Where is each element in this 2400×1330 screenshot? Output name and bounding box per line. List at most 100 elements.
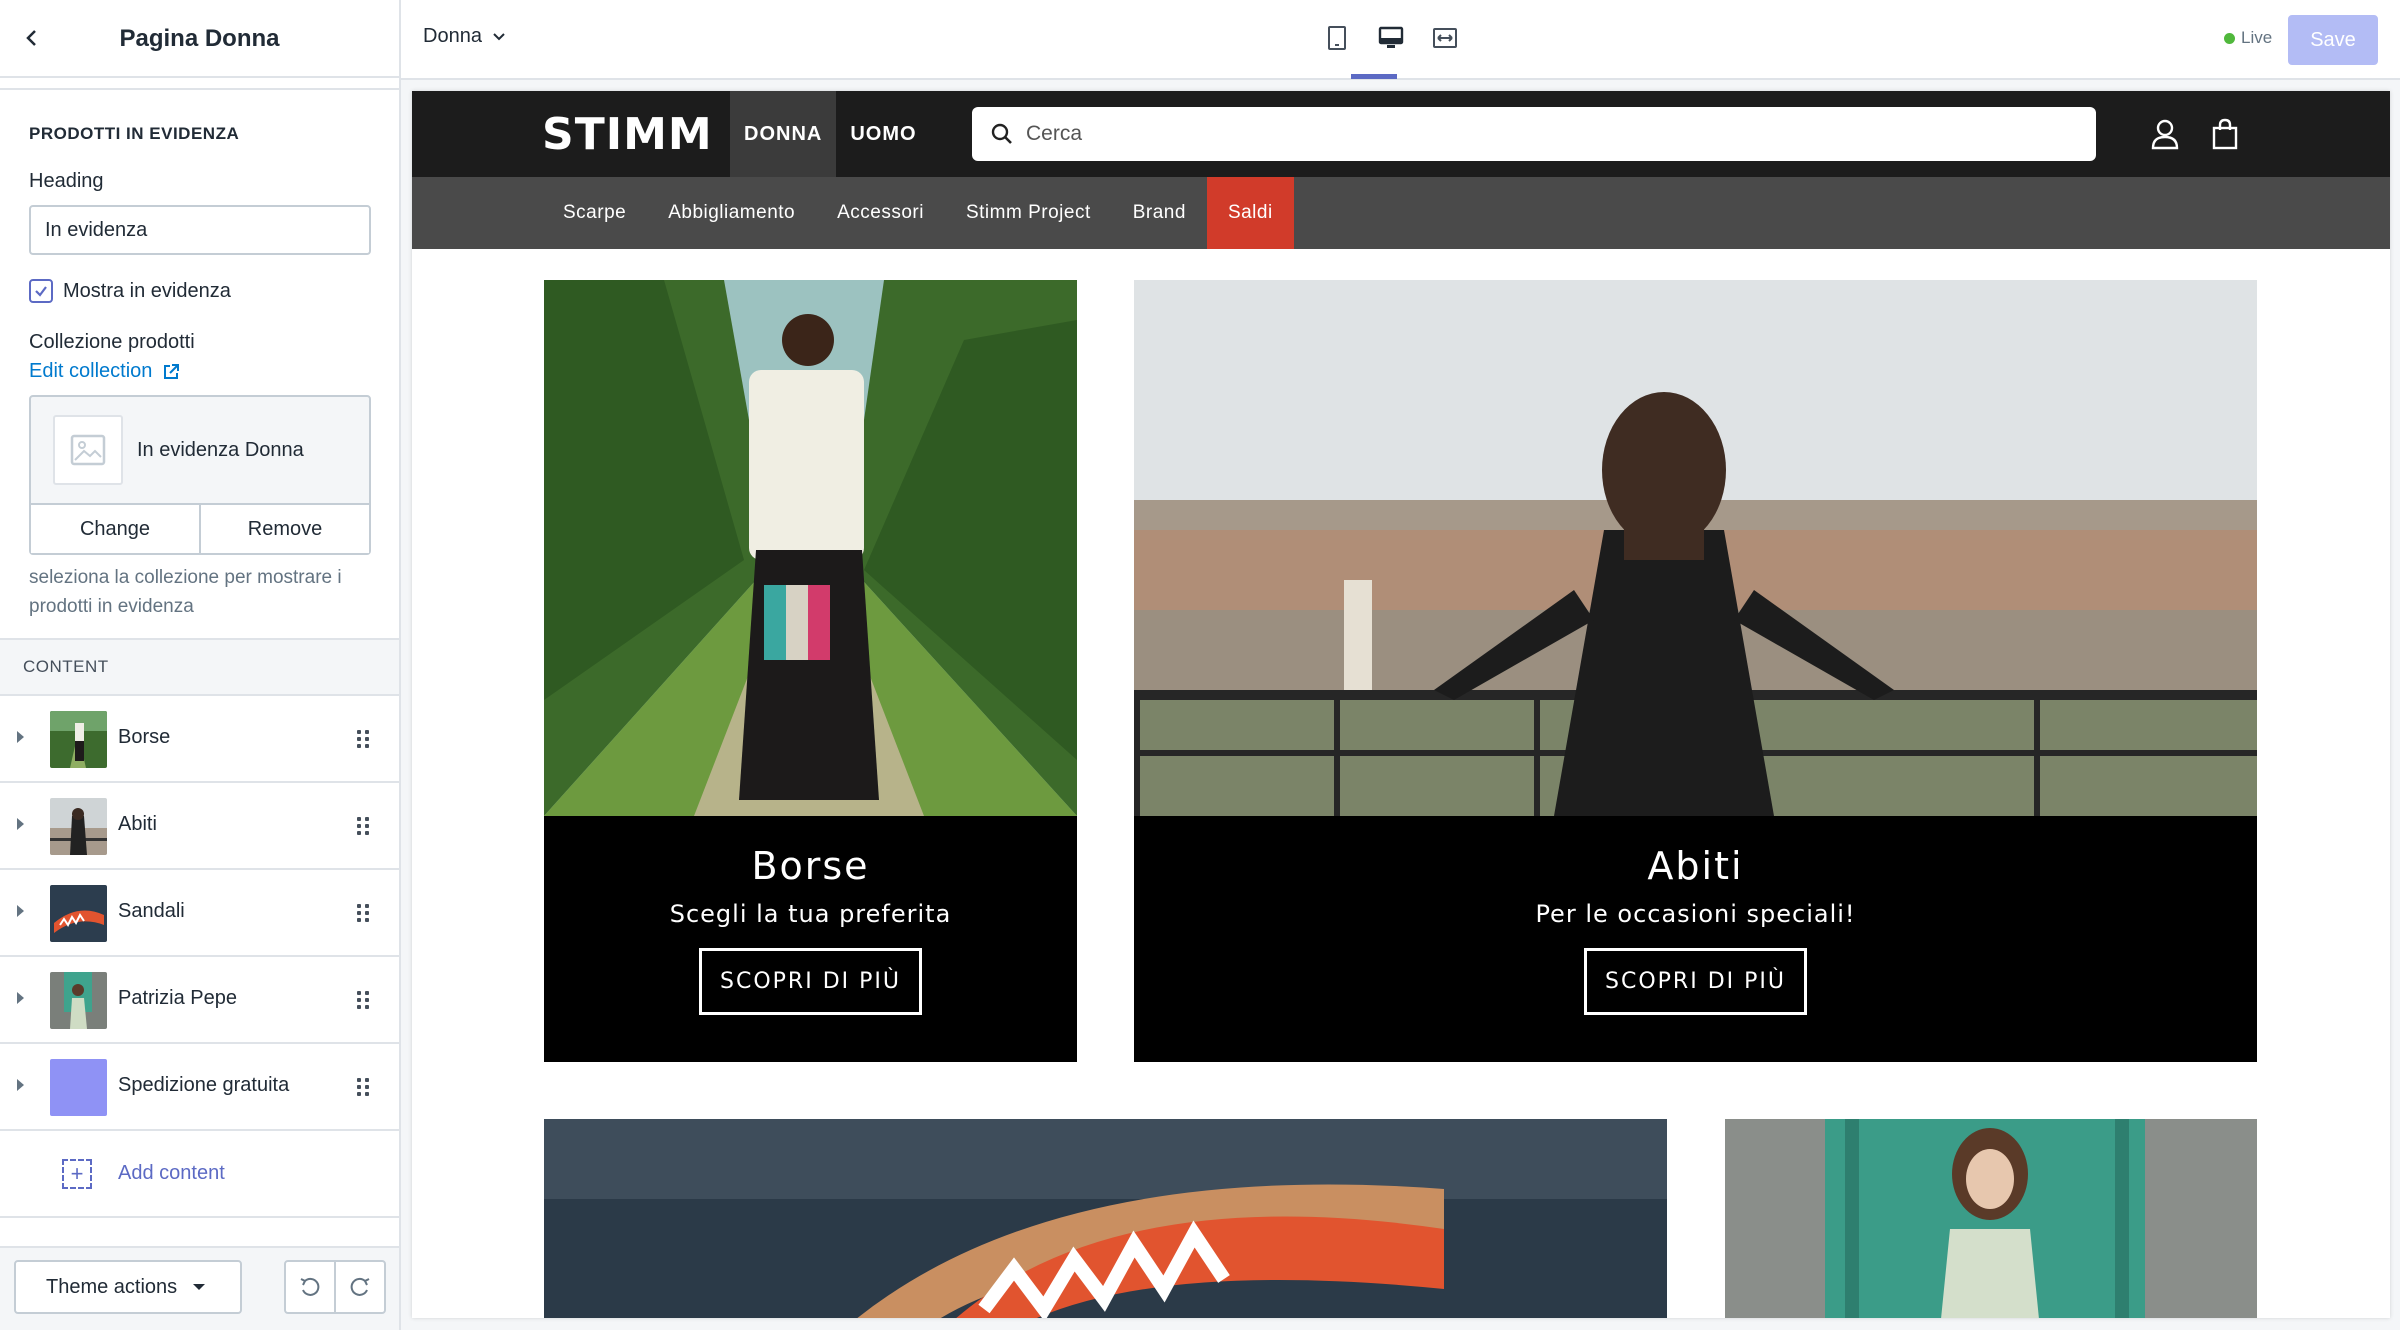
content-thumbnail bbox=[50, 798, 107, 855]
nav-saldi[interactable]: Saldi bbox=[1206, 177, 1294, 249]
show-featured-checkbox[interactable] bbox=[29, 279, 53, 303]
show-featured-label: Mostra in evidenza bbox=[63, 279, 231, 302]
promo-card-patrizia-pepe[interactable] bbox=[1725, 1119, 2257, 1318]
mobile-view-button[interactable] bbox=[1317, 18, 1357, 58]
nav-accessori[interactable]: Accessori bbox=[816, 177, 945, 249]
expand-caret-icon[interactable] bbox=[17, 992, 24, 1004]
store-header: STIMM DONNA UOMO Cerca bbox=[412, 91, 2390, 177]
theme-actions-label: Theme actions bbox=[46, 1275, 178, 1298]
save-button[interactable]: Save bbox=[2288, 15, 2378, 65]
search-placeholder: Cerca bbox=[1026, 122, 1083, 145]
collection-name: In evidenza Donna bbox=[137, 438, 304, 461]
content-thumbnail bbox=[50, 972, 107, 1029]
edit-collection-link[interactable]: Edit collection bbox=[29, 360, 370, 383]
drag-handle-icon[interactable] bbox=[357, 1078, 369, 1096]
content-thumbnail bbox=[50, 885, 107, 942]
nav-brand[interactable]: Brand bbox=[1112, 177, 1207, 249]
account-button[interactable] bbox=[2147, 116, 2183, 152]
promo-caption: Abiti Per le occasioni speciali! SCOPRI … bbox=[1134, 816, 2257, 1062]
heading-label: Heading bbox=[29, 170, 104, 192]
content-thumbnail bbox=[50, 1059, 107, 1116]
promo-image-patrizia-pepe bbox=[1725, 1119, 2257, 1318]
external-link-icon bbox=[164, 363, 180, 379]
sidebar-footer: Theme actions bbox=[0, 1246, 399, 1330]
expand-caret-icon[interactable] bbox=[17, 818, 24, 830]
drag-handle-icon[interactable] bbox=[357, 817, 369, 835]
store-preview: STIMM DONNA UOMO Cerca Scarpe Abbigliame… bbox=[412, 91, 2390, 1318]
shopping-bag-icon bbox=[2212, 118, 2238, 150]
promo-image-abiti bbox=[1134, 280, 2257, 816]
image-placeholder-icon bbox=[70, 434, 106, 466]
promo-caption: Borse Scegli la tua preferita SCOPRI DI … bbox=[544, 816, 1077, 1062]
nav-scarpe[interactable]: Scarpe bbox=[542, 177, 647, 249]
chevron-down-icon bbox=[493, 32, 505, 40]
promo-cta-button[interactable]: SCOPRI DI PIÙ bbox=[1584, 948, 1807, 1015]
show-featured-row[interactable]: Mostra in evidenza bbox=[29, 279, 370, 303]
content-item-label: Abiti bbox=[118, 813, 157, 835]
expand-caret-icon[interactable] bbox=[17, 731, 24, 743]
undo-redo-group bbox=[284, 1260, 386, 1314]
undo-button[interactable] bbox=[286, 1262, 334, 1312]
add-content-button[interactable]: + Add content bbox=[0, 1131, 399, 1218]
promo-card-abiti[interactable]: Abiti Per le occasioni speciali! SCOPRI … bbox=[1134, 280, 2257, 1062]
remove-collection-button[interactable]: Remove bbox=[199, 505, 369, 553]
store-logo[interactable]: STIMM bbox=[542, 109, 713, 160]
user-icon bbox=[2151, 119, 2179, 150]
promo-cta-button[interactable]: SCOPRI DI PIÙ bbox=[699, 948, 922, 1015]
theme-actions-button[interactable]: Theme actions bbox=[14, 1260, 242, 1314]
drag-handle-icon[interactable] bbox=[357, 730, 369, 748]
editor-topbar: Donna Live Save bbox=[401, 0, 2400, 80]
content-list: Borse Abiti Sandali Patrizia Pepe Spediz… bbox=[0, 696, 399, 1218]
collection-buttons: Change Remove bbox=[31, 505, 369, 553]
content-header: CONTENT bbox=[0, 640, 399, 696]
desktop-view-button[interactable] bbox=[1371, 18, 1411, 58]
content-item-spedizione-gratuita[interactable]: Spedizione gratuita bbox=[0, 1044, 399, 1131]
nav-abbigliamento[interactable]: Abbigliamento bbox=[647, 177, 816, 249]
editor-sidebar: Pagina Donna PRODOTTI IN EVIDENZA Headin… bbox=[0, 0, 401, 1330]
content-item-sandali[interactable]: Sandali bbox=[0, 870, 399, 957]
promo-title: Abiti bbox=[1647, 844, 1744, 888]
redo-button[interactable] bbox=[334, 1262, 384, 1312]
nav-stimm-project[interactable]: Stimm Project bbox=[945, 177, 1112, 249]
change-collection-button[interactable]: Change bbox=[31, 505, 199, 553]
promo-image-sandali bbox=[544, 1119, 1667, 1318]
content-item-label: Borse bbox=[118, 726, 171, 748]
promo-card-sandali[interactable] bbox=[544, 1119, 1667, 1318]
promo-card-borse[interactable]: Borse Scegli la tua preferita SCOPRI DI … bbox=[544, 280, 1077, 1062]
caret-down-icon bbox=[193, 1284, 206, 1290]
expand-caret-icon[interactable] bbox=[17, 1079, 24, 1091]
promo-image-borse bbox=[544, 280, 1077, 816]
expand-caret-icon[interactable] bbox=[17, 905, 24, 917]
promo-title: Borse bbox=[751, 844, 870, 888]
drag-handle-icon[interactable] bbox=[357, 991, 369, 1009]
category-nav: Scarpe Abbigliamento Accessori Stimm Pro… bbox=[412, 177, 2390, 249]
section-title: PRODOTTI IN EVIDENZA bbox=[29, 124, 240, 143]
viewport-switcher bbox=[1317, 18, 1465, 58]
nav-donna[interactable]: DONNA bbox=[730, 91, 837, 177]
undo-icon bbox=[300, 1277, 320, 1296]
add-content-label: Add content bbox=[118, 1162, 225, 1184]
edit-collection-label: Edit collection bbox=[29, 360, 153, 382]
collection-help-text: seleziona la collezione per mostrare i p… bbox=[29, 567, 342, 617]
page-selector[interactable]: Donna bbox=[423, 25, 506, 48]
cart-button[interactable] bbox=[2207, 116, 2243, 152]
store-search-input[interactable]: Cerca bbox=[972, 107, 2096, 161]
content-item-abiti[interactable]: Abiti bbox=[0, 783, 399, 870]
collection-thumbnail bbox=[53, 415, 123, 485]
heading-input[interactable]: In evidenza bbox=[29, 205, 371, 255]
desktop-icon bbox=[1378, 26, 1404, 48]
selected-collection: In evidenza Donna bbox=[31, 397, 369, 505]
collection-picker: In evidenza Donna Change Remove bbox=[29, 395, 371, 555]
content-item-label: Sandali bbox=[118, 900, 185, 922]
live-label: Live bbox=[2241, 28, 2273, 47]
sidebar-title: Pagina Donna bbox=[119, 25, 280, 52]
promo-subtitle: Scegli la tua preferita bbox=[669, 900, 952, 928]
fullscreen-view-button[interactable] bbox=[1425, 18, 1465, 58]
drag-handle-icon[interactable] bbox=[357, 904, 369, 922]
checkmark-icon bbox=[35, 286, 47, 297]
nav-uomo[interactable]: UOMO bbox=[836, 91, 930, 177]
content-item-patrizia-pepe[interactable]: Patrizia Pepe bbox=[0, 957, 399, 1044]
collection-label: Collezione prodotti bbox=[29, 331, 195, 353]
search-icon bbox=[991, 123, 1012, 144]
content-item-borse[interactable]: Borse bbox=[0, 696, 399, 783]
